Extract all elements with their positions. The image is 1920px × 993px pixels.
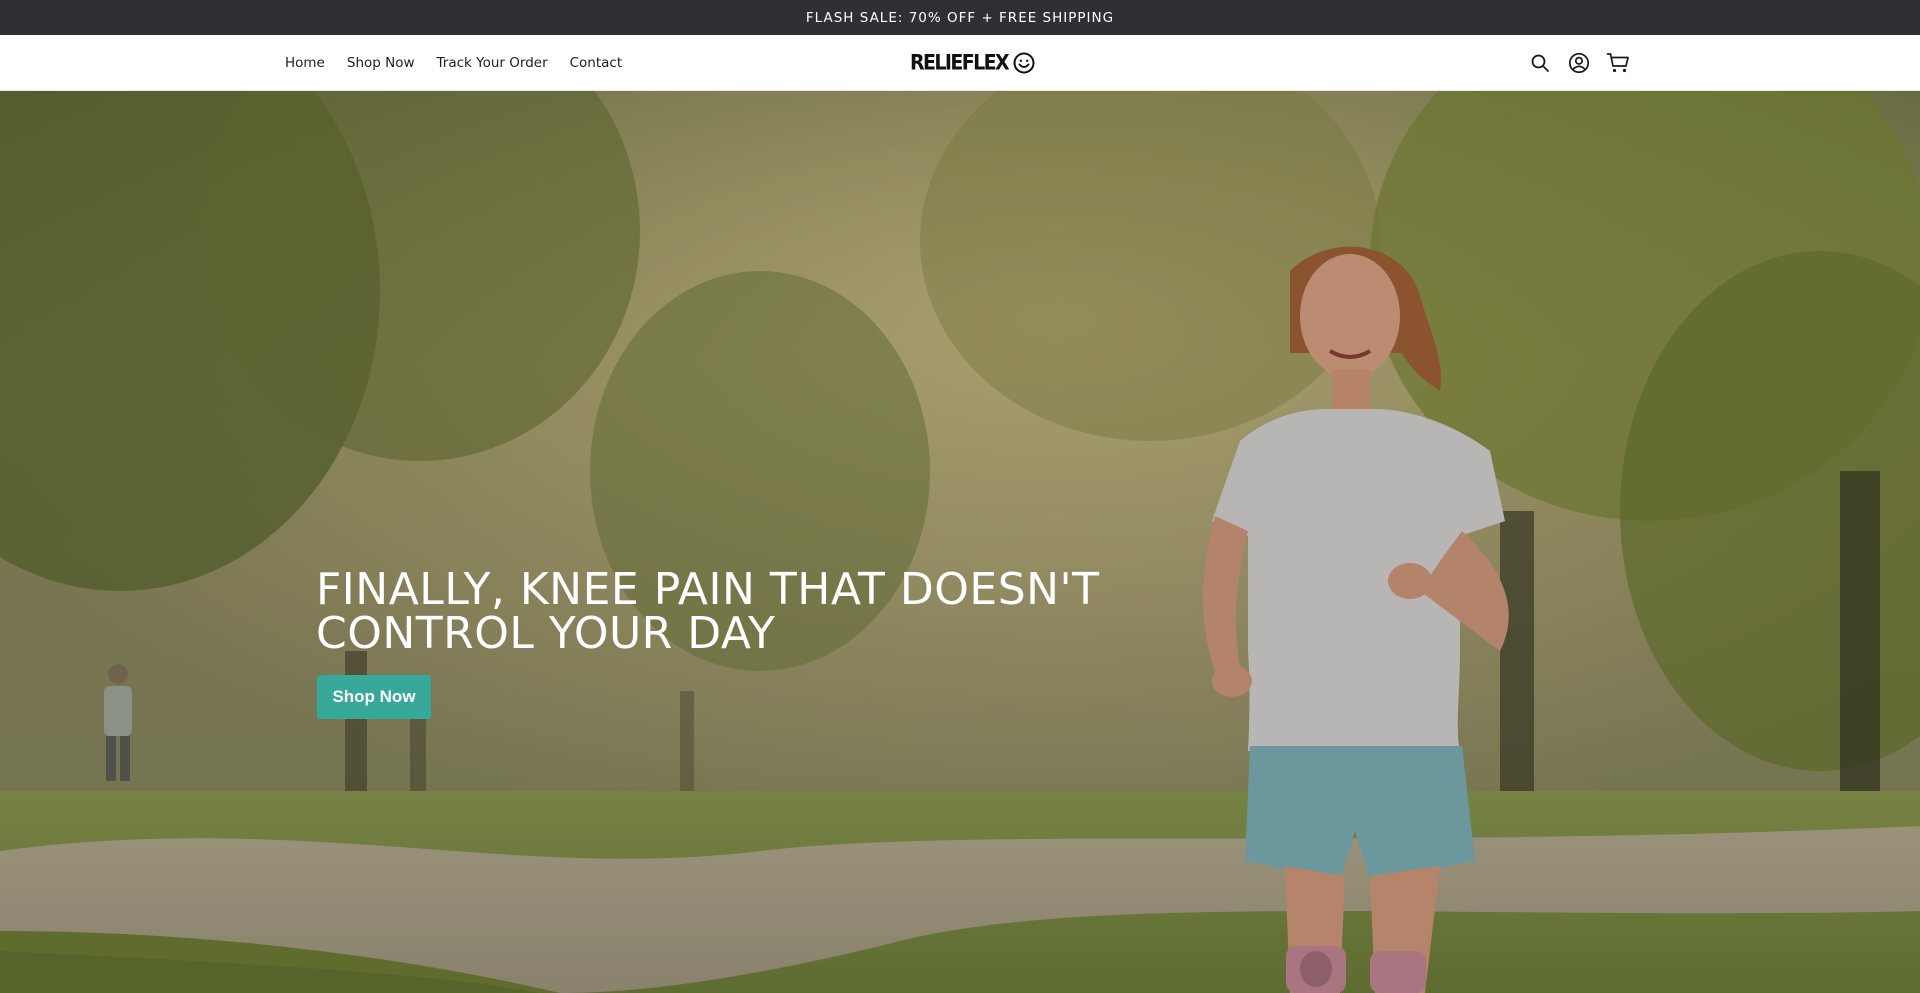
site-logo[interactable]: RELIEFLEX bbox=[910, 35, 1035, 91]
announcement-text: FLASH SALE: 70% OFF + FREE SHIPPING bbox=[805, 9, 1115, 26]
hero-banner: FINALLY, KNEE PAIN THAT DOESN'T CONTROL … bbox=[0, 91, 1920, 993]
nav-link-contact[interactable]: Contact bbox=[570, 55, 623, 71]
smiley-icon bbox=[1013, 52, 1035, 74]
hero-title: FINALLY, KNEE PAIN THAT DOESN'T CONTROL … bbox=[316, 564, 1100, 659]
hero-overlay bbox=[0, 91, 1920, 993]
site-header: Home Shop Now Track Your Order Contact R… bbox=[0, 35, 1920, 91]
nav-link-track-order[interactable]: Track Your Order bbox=[437, 55, 548, 71]
search-icon[interactable] bbox=[1526, 50, 1553, 77]
nav-link-home[interactable]: Home bbox=[285, 55, 325, 71]
shop-now-button[interactable]: Shop Now bbox=[317, 675, 431, 719]
nav-link-shop-now[interactable]: Shop Now bbox=[347, 55, 415, 71]
cart-icon[interactable] bbox=[1604, 50, 1631, 77]
header-actions bbox=[1526, 35, 1643, 91]
logo-text: RELIEFLEX bbox=[910, 50, 1010, 76]
main-nav: Home Shop Now Track Your Order Contact bbox=[285, 35, 644, 91]
announcement-bar: FLASH SALE: 70% OFF + FREE SHIPPING bbox=[0, 0, 1920, 35]
account-icon[interactable] bbox=[1565, 50, 1592, 77]
